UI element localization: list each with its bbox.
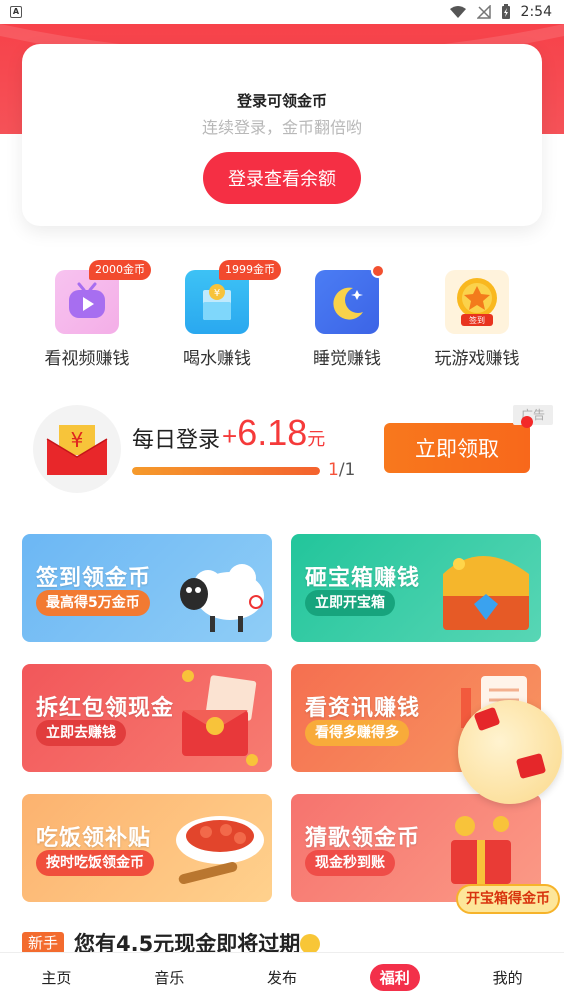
card-treasure-chest[interactable]: 砸宝箱赚钱 立即开宝箱 (291, 534, 541, 642)
notification-a-icon: A (10, 6, 22, 18)
claim-now-button[interactable]: 立即领取 (384, 423, 530, 473)
moon-sleep-icon (315, 264, 385, 334)
card-pill: 最高得5万金币 (36, 590, 150, 616)
wifi-icon (449, 6, 466, 18)
progress-total: /1 (338, 460, 356, 480)
tab-home[interactable]: 主页 (0, 953, 113, 1002)
coin-badge: 1999金币 (219, 260, 281, 280)
login-card: 登录可领金币 连续登录，金币翻倍哟 登录查看余额 (22, 44, 542, 226)
earn-item-label: 看视频赚钱 (44, 349, 130, 369)
daily-reward-amount: +6.18元 (222, 412, 325, 454)
earn-item-label: 睡觉赚钱 (313, 349, 381, 369)
notice-text: 您有4.5元现金即将过期 (74, 932, 301, 952)
ad-label: 广告 (513, 405, 553, 425)
progress-current: 1 (328, 460, 339, 480)
progress-fill (132, 467, 320, 475)
tab-label: 发布 (266, 969, 297, 987)
coin-badge: 2000金币 (89, 260, 151, 280)
bottom-tab-bar: 主页 音乐 发布 福利 我的 (0, 952, 564, 1002)
sheep-icon (180, 564, 264, 632)
card-title: 吃饭领补贴 (36, 826, 152, 851)
card-sign-in-coins[interactable]: 签到领金币 最高得5万金币 (22, 534, 272, 642)
tab-label: 音乐 (154, 969, 185, 987)
video-tv-icon: 2000金币 (55, 260, 151, 334)
svg-text:签到: 签到 (469, 315, 485, 325)
tab-label: 我的 (492, 969, 523, 987)
earn-item-label: 玩游戏赚钱 (434, 349, 520, 369)
tab-mine[interactable]: 我的 (451, 953, 564, 1002)
earn-item-water[interactable]: ¥ 1999金币 喝水赚钱 (157, 260, 281, 369)
newcomer-notice[interactable]: 新手 您有4.5元现金即将过期 (0, 926, 564, 952)
red-packet-icon (182, 670, 258, 766)
newcomer-tag: 新手 (22, 932, 65, 952)
card-pill: 立即开宝箱 (305, 590, 395, 616)
tab-welfare[interactable]: 福利 (338, 953, 451, 1002)
daily-progress-count: 1/1 (328, 460, 355, 480)
card-meal-subsidy[interactable]: 吃饭领补贴 按时吃饭领金币 (22, 794, 272, 902)
tab-music[interactable]: 音乐 (113, 953, 226, 1002)
notification-dot (371, 264, 385, 278)
tab-label: 主页 (41, 969, 72, 987)
svg-text:¥: ¥ (71, 428, 84, 452)
daily-login-label: 每日登录 (132, 428, 221, 453)
card-pill: 按时吃饭领金币 (36, 850, 154, 876)
red-envelope-icon: ¥ (33, 405, 121, 493)
tab-label-active: 福利 (369, 964, 420, 991)
treasure-chest-icon (443, 556, 529, 630)
card-title: 砸宝箱赚钱 (305, 566, 421, 591)
earn-item-video[interactable]: 2000金币 看视频赚钱 (27, 260, 151, 369)
star-game-icon: 签到 (445, 270, 509, 334)
login-view-balance-button[interactable]: 登录查看余额 (203, 152, 361, 204)
water-glass-icon: ¥ 1999金币 (185, 260, 281, 334)
earn-item-sleep[interactable]: 睡觉赚钱 (287, 262, 407, 369)
card-pill: 看得多赚得多 (305, 720, 409, 746)
status-time: 2:54 (520, 4, 552, 20)
earn-shortcuts: 2000金币 看视频赚钱 ¥ 1999金币 喝水赚钱 睡觉赚钱 签到 玩游戏赚钱 (0, 260, 564, 372)
card-title: 签到领金币 (36, 566, 152, 591)
coin-icon (300, 934, 320, 952)
login-title: 登录可领金币 (236, 92, 327, 110)
no-signal-icon (476, 5, 491, 19)
crayfish-plate-icon (176, 816, 264, 885)
login-subtitle: 连续登录，金币翻倍哟 (201, 118, 362, 137)
daily-progress-bar (132, 467, 320, 475)
tab-publish[interactable]: 发布 (226, 953, 339, 1002)
daily-login-reward: ¥ 每日登录 +6.18元 1/1 立即领取 广告 (0, 400, 564, 500)
amount-unit: 元 (307, 429, 326, 449)
notification-dot (521, 416, 533, 428)
earn-item-label: 喝水赚钱 (183, 349, 251, 369)
red-envelope-icon (474, 707, 546, 779)
card-pill: 现金秒到账 (305, 850, 395, 876)
amount-value: 6.18 (237, 412, 308, 453)
svg-text:¥: ¥ (214, 288, 220, 299)
card-red-packet[interactable]: 拆红包领现金 立即去赚钱 (22, 664, 272, 772)
open-chest-coins-label[interactable]: 开宝箱得金币 (456, 884, 560, 914)
plus-sign: + (222, 421, 238, 451)
card-pill: 立即去赚钱 (36, 720, 126, 746)
floating-treasure-widget[interactable] (458, 700, 562, 804)
status-bar: A 2:54 (0, 0, 564, 24)
card-title: 看资讯赚钱 (305, 696, 421, 721)
battery-icon (501, 4, 510, 19)
earn-item-game[interactable]: 签到 玩游戏赚钱 (417, 262, 537, 369)
status-icons: 2:54 (449, 4, 552, 20)
card-title: 猜歌领金币 (305, 826, 421, 851)
